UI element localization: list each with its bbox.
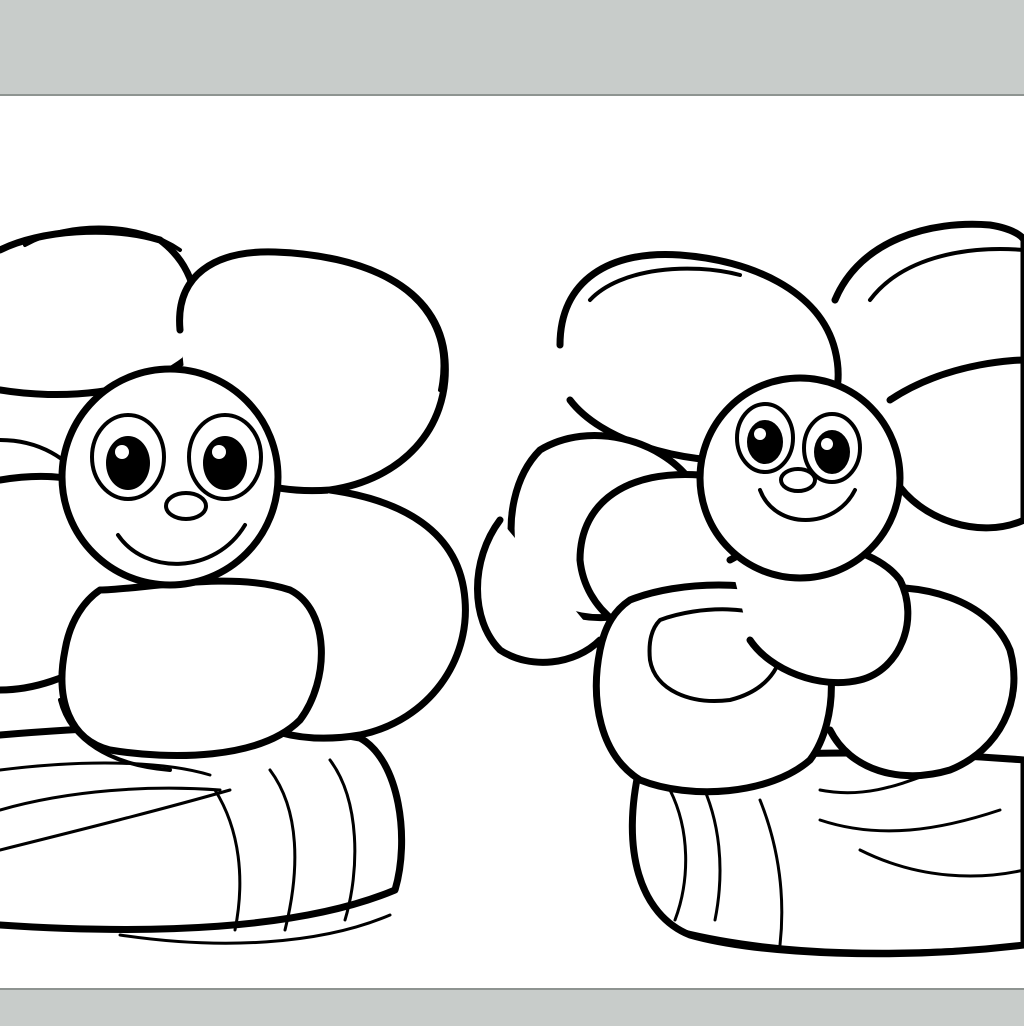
paper-sheet [0, 96, 1024, 988]
coloring-page [0, 0, 1024, 1024]
right-flower-face-icon [700, 378, 900, 578]
left-flower-face-icon [62, 369, 278, 585]
top-border-band [0, 0, 1024, 96]
flowers-illustration [0, 96, 1024, 988]
left-flower [0, 228, 465, 944]
right-flower [478, 224, 1024, 953]
left-flower-base-icon [0, 726, 402, 943]
bottom-border-band [0, 988, 1024, 1026]
